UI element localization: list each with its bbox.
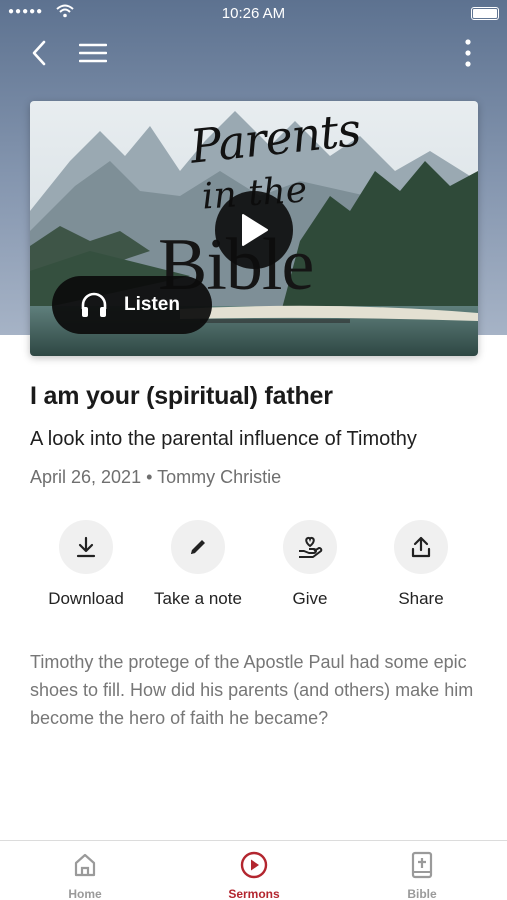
home-icon [74,853,96,877]
sermon-speaker: Tommy Christie [157,467,282,487]
headphones-icon [81,292,107,317]
share-button[interactable]: Share [366,520,476,609]
give-button[interactable]: Give [255,520,365,609]
sermon-title: I am your (spiritual) father [30,382,333,410]
more-options-button[interactable] [451,36,485,70]
back-button[interactable] [22,36,56,70]
menu-button[interactable] [76,36,110,70]
tab-home-label: Home [68,887,102,900]
tab-sermons-label: Sermons [228,887,280,900]
pencil-icon [191,540,205,554]
sermon-artwork[interactable]: Parents in the Bible Listen [30,101,478,356]
give-label: Give [292,589,328,608]
play-circle-icon [240,851,268,879]
take-a-note-label: Take a note [154,589,242,608]
giving-hand-icon [299,536,323,558]
share-icon [411,536,431,558]
tab-sermons[interactable]: Sermons [194,849,314,900]
play-button[interactable] [215,191,293,269]
sermon-description: Timothy the protege of the Apostle Paul … [30,652,474,728]
tab-bible-label: Bible [407,887,437,900]
play-icon [242,214,268,246]
share-label: Share [398,589,444,608]
download-button[interactable]: Download [31,520,141,609]
listen-label: Listen [124,294,180,315]
sermon-subtitle: A look into the parental influence of Ti… [30,428,417,450]
listen-button[interactable]: Listen [52,276,212,334]
bible-icon [411,851,433,879]
tab-home[interactable]: Home [25,849,145,900]
tab-bible[interactable]: Bible [362,849,482,900]
sermon-meta: April 26, 2021 • Tommy Christie [30,467,281,488]
battery-icon [471,7,499,20]
vertical-dots-icon [465,39,471,67]
download-label: Download [48,589,124,608]
chevron-left-icon [32,40,46,66]
status-bar: ●●●●● 10:26 AM [0,0,507,28]
hamburger-menu-icon [79,43,107,63]
sermon-date: April 26, 2021 [30,467,142,487]
status-time: 10:26 AM [221,5,286,22]
take-a-note-button[interactable]: Take a note [143,520,253,609]
bottom-tab-bar: Home Sermons Bible [0,840,507,900]
download-icon [76,536,96,558]
meta-separator: • [146,467,153,487]
